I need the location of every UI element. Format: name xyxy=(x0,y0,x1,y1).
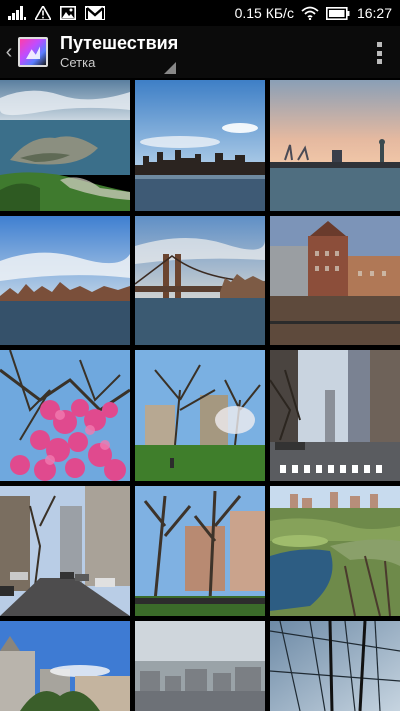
image-notification-icon xyxy=(60,6,76,20)
overflow-menu-icon[interactable] xyxy=(376,42,382,64)
battery-icon xyxy=(325,6,350,20)
photo-thumbnail-buildings[interactable] xyxy=(270,216,400,345)
photo-thumbnail-pink-blossoms[interactable] xyxy=(0,350,130,481)
photo-grid xyxy=(0,80,400,711)
signal-icon xyxy=(8,6,26,20)
back-chevron-icon[interactable]: ‹ xyxy=(2,41,16,64)
status-bar: 0.15 КБ/с 16:27 xyxy=(0,0,400,26)
gmail-icon xyxy=(85,6,105,20)
photo-thumbnail-castle-blue-sky[interactable] xyxy=(0,621,130,711)
clock: 16:27 xyxy=(356,5,392,21)
photo-thumbnail-skyline-clouds[interactable] xyxy=(0,216,130,345)
photo-thumbnail-bare-trees-park[interactable] xyxy=(135,486,265,616)
photo-thumbnail-city-street[interactable] xyxy=(270,350,400,481)
photo-thumbnail-park-lake[interactable] xyxy=(270,486,400,616)
album-title: Путешествия xyxy=(60,33,179,53)
album-thumbnail-icon[interactable] xyxy=(18,37,48,67)
album-title-block[interactable]: Путешествия Сетка xyxy=(60,33,178,71)
photo-thumbnail-coast-island[interactable] xyxy=(0,80,130,211)
network-speed: 0.15 КБ/с xyxy=(234,5,294,21)
photo-thumbnail-bridge-cables[interactable] xyxy=(270,621,400,711)
photo-thumbnail-city-haze[interactable] xyxy=(135,621,265,711)
wifi-icon xyxy=(301,6,319,20)
view-mode-spinner[interactable]: Сетка xyxy=(60,55,178,71)
warning-icon xyxy=(35,6,51,20)
photo-thumbnail-park-trees[interactable] xyxy=(135,350,265,481)
photo-thumbnail-residential-street[interactable] xyxy=(0,486,130,616)
action-bar: ‹ Путешествия Сетка xyxy=(0,26,400,78)
photo-thumbnail-skyline-water[interactable] xyxy=(135,80,265,211)
spinner-arrow-icon[interactable] xyxy=(164,62,176,74)
photo-thumbnail-bridge[interactable] xyxy=(135,216,265,345)
photo-thumbnail-harbor-statue[interactable] xyxy=(270,80,400,211)
